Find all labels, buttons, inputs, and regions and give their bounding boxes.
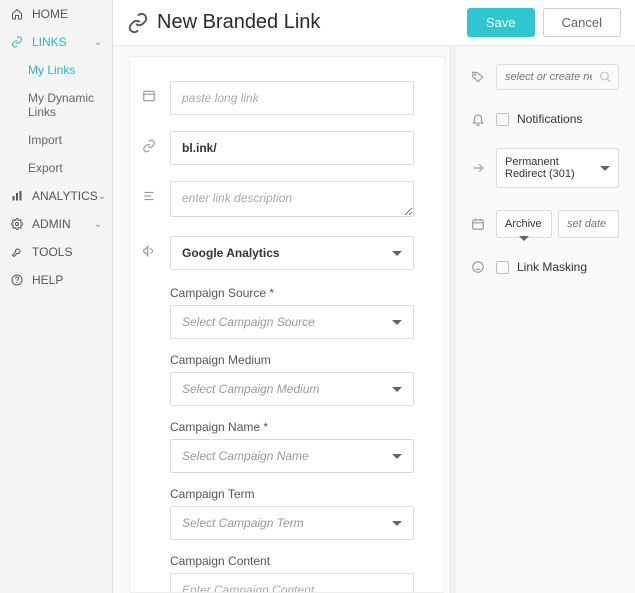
help-icon [10, 273, 24, 287]
tracker-select[interactable]: Google Analytics [170, 236, 414, 270]
campaign-name-select[interactable]: Select Campaign Name [170, 439, 414, 473]
description-textarea[interactable] [170, 181, 414, 217]
campaign-medium-placeholder: Select Campaign Medium [182, 382, 319, 396]
link-masking-checkbox[interactable] [496, 261, 509, 274]
nav-home-label: HOME [32, 7, 68, 21]
campaign-term-placeholder: Select Campaign Term [182, 516, 304, 530]
caret-down-icon [392, 454, 402, 459]
link-icon [140, 131, 158, 153]
campaign-source-select[interactable]: Select Campaign Source [170, 305, 414, 339]
page-title: New Branded Link [157, 11, 320, 34]
chevron-down-icon: ⌄ [98, 191, 106, 202]
link-icon [10, 35, 24, 49]
notifications-label: Notifications [517, 112, 582, 126]
caret-down-icon [392, 320, 402, 325]
caret-down-icon [519, 236, 529, 241]
link-icon [127, 12, 149, 34]
subnav-my-links[interactable]: My Links [24, 56, 112, 84]
cancel-button[interactable]: Cancel [543, 8, 621, 37]
side-panel: Notifications Permanent Redirect (301) [455, 46, 635, 593]
redirect-icon [470, 161, 486, 175]
nav-analytics[interactable]: ANALYTICS ⌄ [0, 182, 112, 210]
notifications-checkbox[interactable] [496, 113, 509, 126]
nav-tools-label: TOOLS [32, 245, 72, 259]
campaign-term-label: Campaign Term [170, 487, 414, 501]
nav-admin-label: ADMIN [32, 217, 71, 231]
subnav-my-dynamic-links[interactable]: My Dynamic Links [24, 84, 112, 126]
main-panel: New Branded Link Save Cancel [113, 0, 635, 593]
subnav-export[interactable]: Export [24, 154, 112, 182]
nav-links[interactable]: LINKS ⌄ [0, 28, 112, 56]
nav-help[interactable]: HELP [0, 266, 112, 294]
chevron-down-icon: ⌄ [94, 219, 102, 230]
campaign-medium-select[interactable]: Select Campaign Medium [170, 372, 414, 406]
description-icon [140, 181, 158, 203]
campaign-content-input[interactable] [170, 573, 414, 593]
caret-down-icon [392, 521, 402, 526]
home-icon [10, 7, 24, 21]
archive-select[interactable]: Archive [496, 210, 552, 238]
tag-input-wrapper [496, 64, 619, 90]
long-link-input[interactable] [170, 81, 414, 115]
campaign-source-placeholder: Select Campaign Source [182, 315, 315, 329]
campaign-term-select[interactable]: Select Campaign Term [170, 506, 414, 540]
caret-down-icon [392, 387, 402, 392]
bell-icon [470, 112, 486, 126]
short-link-input[interactable] [170, 131, 414, 165]
caret-down-icon [600, 166, 610, 171]
caret-down-icon [392, 251, 402, 256]
archive-select-value: Archive [505, 218, 542, 230]
nav-admin[interactable]: ADMIN ⌄ [0, 210, 112, 238]
mask-icon [470, 260, 486, 274]
redirect-select-value: Permanent Redirect (301) [505, 156, 600, 180]
redirect-select[interactable]: Permanent Redirect (301) [496, 148, 619, 188]
chevron-down-icon: ⌄ [94, 37, 102, 48]
topbar: New Branded Link Save Cancel [113, 0, 635, 46]
tag-input[interactable] [505, 71, 592, 83]
browser-icon [140, 81, 158, 103]
archive-date-input[interactable] [558, 210, 619, 238]
form-column: Google Analytics Campaign Source * Sele [129, 56, 445, 593]
subnav-import[interactable]: Import [24, 126, 112, 154]
save-button[interactable]: Save [467, 8, 535, 37]
nav-help-label: HELP [32, 273, 63, 287]
nav-tools[interactable]: TOOLS [0, 238, 112, 266]
campaign-content-label: Campaign Content [170, 554, 414, 568]
calendar-icon [470, 217, 486, 231]
megaphone-icon [140, 236, 158, 258]
campaign-medium-label: Campaign Medium [170, 353, 414, 367]
nav-analytics-label: ANALYTICS [32, 189, 98, 203]
campaign-source-label: Campaign Source * [170, 286, 414, 300]
gear-icon [10, 217, 24, 231]
chart-icon [10, 189, 24, 203]
nav-links-subitems: My Links My Dynamic Links Import Export [0, 56, 112, 182]
campaign-name-placeholder: Select Campaign Name [182, 449, 309, 463]
search-icon[interactable] [599, 71, 612, 84]
link-masking-label: Link Masking [517, 260, 587, 274]
wrench-icon [10, 245, 24, 259]
campaign-name-label: Campaign Name * [170, 420, 414, 434]
sidebar: HOME LINKS ⌄ My Links My Dynamic Links I… [0, 0, 113, 593]
nav-links-label: LINKS [32, 35, 67, 49]
tag-icon [470, 70, 486, 84]
nav-home[interactable]: HOME [0, 0, 112, 28]
tracker-select-value: Google Analytics [182, 246, 280, 260]
